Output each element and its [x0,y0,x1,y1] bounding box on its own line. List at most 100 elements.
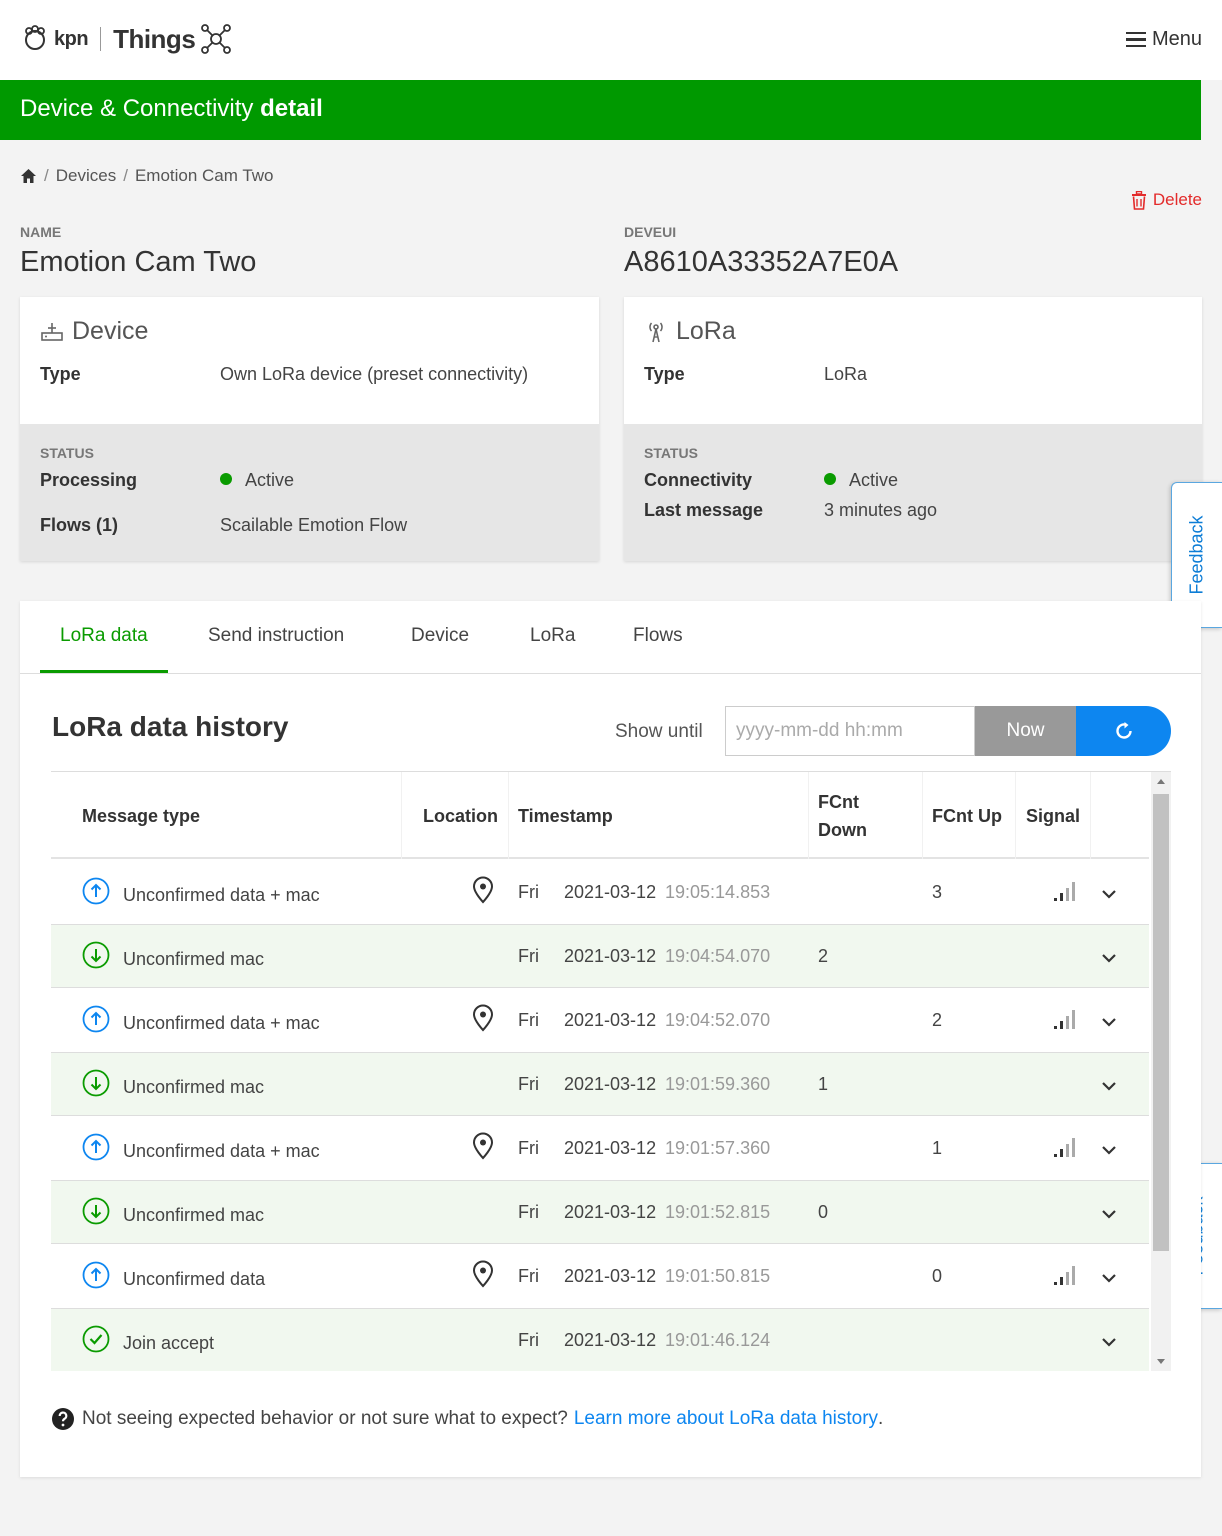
tab-bar: LoRa data Send instruction Device LoRa F… [20,601,1201,674]
hamburger-icon [1125,31,1146,48]
column-divider [508,772,509,859]
scroll-down-arrow[interactable] [1157,1359,1165,1364]
column-header-signal[interactable]: Signal [1026,802,1080,830]
breadcrumb-current: Emotion Cam Two [134,166,274,185]
location-pin-icon[interactable] [471,1260,495,1288]
column-header-fcnt-down[interactable]: FCnt Down [818,788,898,844]
fcnt-up-value: 1 [932,1137,943,1158]
message-type: Unconfirmed mac [123,948,265,969]
device-name: Emotion Cam Two [20,246,257,278]
table-row[interactable]: Unconfirmed mac Fri 2021-03-12 19:04:54.070… [51,925,1149,988]
column-divider [401,772,402,859]
chevron-down-icon[interactable] [1101,1208,1117,1220]
menu-button[interactable]: Menu [1125,28,1202,51]
table-row[interactable]: Join accept Fri 2021-03-12 19:01:46.124 [51,1309,1149,1371]
column-header-message-type[interactable]: Message type [82,802,200,830]
delete-button[interactable]: Delete [1131,190,1202,210]
device-status-label: STATUS [40,445,94,461]
message-type: Unconfirmed data + mac [123,1012,320,1033]
kpn-crown-icon [25,25,45,50]
connectivity-value: Active [849,470,899,490]
lora-card: LoRa Type LoRa STATUS Connectivity Activ… [624,297,1202,561]
table-row[interactable]: Unconfirmed data + mac Fri 2021-03-12 19:04… [51,988,1149,1053]
processing-value: Active [245,470,295,490]
page-banner: Device & Connectivity detail [0,80,1201,140]
lora-type-label: Type [644,364,685,384]
home-icon[interactable] [20,168,37,184]
tab-send-instruction[interactable]: Send instruction [208,625,344,647]
chevron-down-icon[interactable] [1101,1080,1117,1092]
deveui-label: DEVEUI [624,224,677,240]
table-row[interactable]: Unconfirmed data + mac Fri 2021-03-12 19:01… [51,1116,1149,1181]
breadcrumb: / Devices / Emotion Cam Two [20,166,274,186]
last-message-label: Last message [644,500,764,520]
downlink-arrow-icon [82,941,110,968]
tab-flows[interactable]: Flows [633,625,683,647]
chevron-down-icon[interactable] [1101,1144,1117,1156]
timestamp-date: 2021-03-12 [564,1009,657,1030]
table-scrollbar[interactable] [1151,772,1171,1371]
refresh-icon [1115,722,1132,739]
table-row[interactable]: Unconfirmed mac Fri 2021-03-12 19:01:52.815… [51,1181,1149,1244]
message-type: Join accept [123,1332,215,1353]
breadcrumb-devices[interactable]: Devices [56,166,116,186]
tab-device[interactable]: Device [411,625,469,647]
timestamp-date: 2021-03-12 [564,1137,657,1158]
lora-status-section: STATUS Connectivity Active Last message … [624,424,1202,561]
question-circle-icon [52,1408,74,1430]
last-message-value: 3 minutes ago [824,500,938,520]
brand-name: kpn [54,27,89,50]
name-label: NAME [20,224,62,240]
column-header-fcnt-up[interactable]: FCnt Up [932,802,1002,830]
column-divider [1090,772,1091,859]
scroll-up-arrow[interactable] [1157,779,1165,784]
chevron-down-icon[interactable] [1101,1016,1117,1028]
timestamp-day: Fri [518,1265,539,1286]
location-pin-icon[interactable] [471,1132,495,1160]
timestamp-date: 2021-03-12 [564,945,657,966]
deveui-value: A8610A33352A7E0A [624,246,899,278]
timestamp-time: 19:01:59.360 [665,1073,771,1094]
chevron-down-icon[interactable] [1101,1336,1117,1348]
timestamp-day: Fri [518,881,539,902]
delete-label: Delete [1152,190,1202,209]
chevron-down-icon[interactable] [1101,1272,1117,1284]
feedback-label: Feedback [1186,515,1207,595]
timestamp-day: Fri [518,1137,539,1158]
now-button[interactable]: Now [975,706,1076,756]
show-until-label: Show until [615,721,703,742]
location-pin-icon[interactable] [471,876,495,904]
help-link[interactable]: Learn more about LoRa data history [574,1408,878,1430]
table-row[interactable]: Unconfirmed mac Fri 2021-03-12 19:01:59.360… [51,1053,1149,1116]
timestamp-day: Fri [518,945,539,966]
signal-strength-icon [1054,1265,1075,1285]
history-title: LoRa data history [52,711,289,742]
column-header-timestamp[interactable]: Timestamp [518,802,613,830]
message-type: Unconfirmed mac [123,1076,265,1097]
logo-divider [100,27,102,51]
active-status-dot [824,473,836,485]
timestamp-date: 2021-03-12 [564,1073,657,1094]
chevron-down-icon[interactable] [1101,888,1117,900]
refresh-button[interactable] [1076,706,1171,756]
location-pin-icon[interactable] [471,1004,495,1032]
logo[interactable]: kpn Things [20,20,233,58]
uplink-arrow-icon [82,1261,110,1288]
tab-lora[interactable]: LoRa [530,625,575,647]
lora-data-panel: LoRa data Send instruction Device LoRa F… [20,601,1201,1477]
chevron-down-icon[interactable] [1101,952,1117,964]
column-divider [808,772,809,859]
column-divider [1015,772,1016,859]
table-row[interactable]: Unconfirmed data + mac Fri 2021-03-12 19:05… [51,860,1149,925]
help-text: Not seeing expected behavior or not sure… [82,1408,568,1429]
tab-lora-data[interactable]: LoRa data [60,625,148,647]
lora-card-title: LoRa [644,317,1182,346]
column-header-location[interactable]: Location [423,802,498,830]
signal-strength-icon [1054,1009,1075,1029]
scrollbar-thumb[interactable] [1153,794,1169,1251]
processing-label: Processing [40,470,138,490]
show-until-input[interactable] [725,706,975,756]
flows-value[interactable]: Scailable Emotion Flow [220,515,407,536]
table-row[interactable]: Unconfirmed data Fri 2021-03-12 19:01:50.81… [51,1244,1149,1309]
fcnt-up-value: 2 [932,1009,943,1030]
